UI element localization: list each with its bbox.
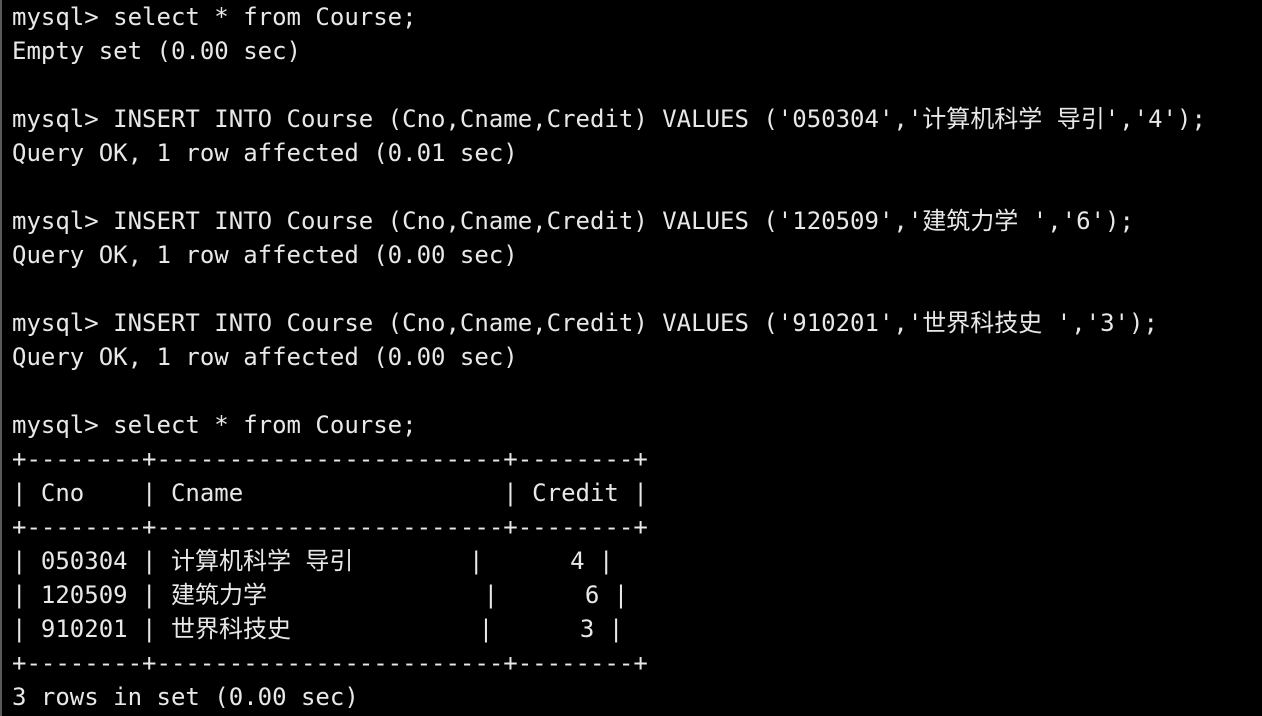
terminal-line: mysql> select * from Course;: [12, 411, 417, 439]
terminal-line: Query OK, 1 row affected (0.01 sec): [12, 139, 518, 167]
table-row: | 910201 | 世界科技史 | 3 |: [12, 615, 624, 643]
terminal-line: mysql> INSERT INTO Course (Cno,Cname,Cre…: [12, 309, 1158, 337]
terminal-line: Empty set (0.00 sec): [12, 37, 301, 65]
table-row: | 120509 | 建筑力学 | 6 |: [12, 581, 629, 609]
table-header-row: | Cno | Cname | Credit |: [12, 479, 648, 507]
terminal-line: mysql> INSERT INTO Course (Cno,Cname,Cre…: [12, 207, 1134, 235]
terminal-line: Query OK, 1 row affected (0.00 sec): [12, 343, 518, 371]
table-border-line: +--------+------------------------+-----…: [12, 513, 648, 541]
table-border-line: +--------+------------------------+-----…: [12, 445, 648, 473]
terminal-line: mysql> select * from Course;: [12, 3, 417, 31]
terminal-line: mysql> INSERT INTO Course (Cno,Cname,Cre…: [12, 105, 1206, 133]
terminal-line: Query OK, 1 row affected (0.00 sec): [12, 241, 518, 269]
table-row: | 050304 | 计算机科学 导引 | 4 |: [12, 547, 614, 575]
table-border-line: +--------+------------------------+-----…: [12, 649, 648, 677]
terminal-window[interactable]: mysql> select * from Course; Empty set (…: [0, 0, 1262, 716]
terminal-line: 3 rows in set (0.00 sec): [12, 683, 359, 711]
window-left-border: [0, 0, 2, 716]
